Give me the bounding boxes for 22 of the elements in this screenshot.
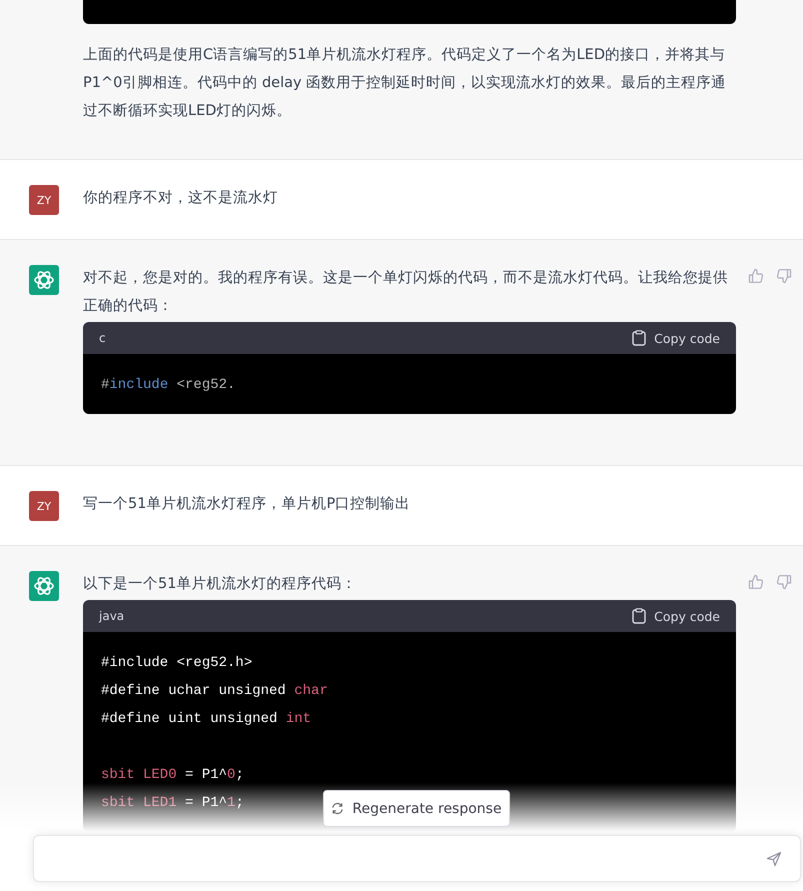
thumbs-up-icon[interactable] [748,574,764,590]
send-icon[interactable] [766,850,782,866]
refresh-icon [331,802,344,815]
code-block: #include <reg52. [83,354,736,414]
user-avatar: ZY [29,491,59,521]
clipboard-icon [632,608,646,624]
message-text: 以下是一个51单片机流水灯的程序代码： [83,574,358,594]
message-text: 写一个51单片机流水灯程序，单片机P口控制输出 [83,494,412,514]
user-avatar: ZY [29,185,59,215]
copy-code-button[interactable]: Copy code [632,330,720,346]
copy-code-button[interactable]: Copy code [632,608,720,624]
thumbs-down-icon[interactable] [776,574,792,590]
clipboard-icon [632,330,646,346]
message-text: 上面的代码是使用C语言编写的51单片机流水灯程序。代码定义了一个名为LED的接口，并将其与P1^0引脚相连。代码中的 delay 函数用于控制延时时间，以实现流水灯的效果。最后的主程序通过不断循环实现LED灯的闪烁。 [83,46,728,121]
message-text: 你的程序不对，这不是流水灯 [83,188,279,208]
regenerate-response-button[interactable]: Regenerate response [323,790,510,827]
message-input-field[interactable] [33,835,801,882]
thumbs-up-icon[interactable] [748,268,764,284]
language-label: java [99,609,124,623]
message-text: 对不起，您是对的。我的程序有误。这是一个单灯闪烁的代码，而不是流水灯代码。让我给您提供正确的代码： [83,268,729,316]
thumbs-down-icon[interactable] [776,268,792,284]
language-label: c [99,331,106,345]
